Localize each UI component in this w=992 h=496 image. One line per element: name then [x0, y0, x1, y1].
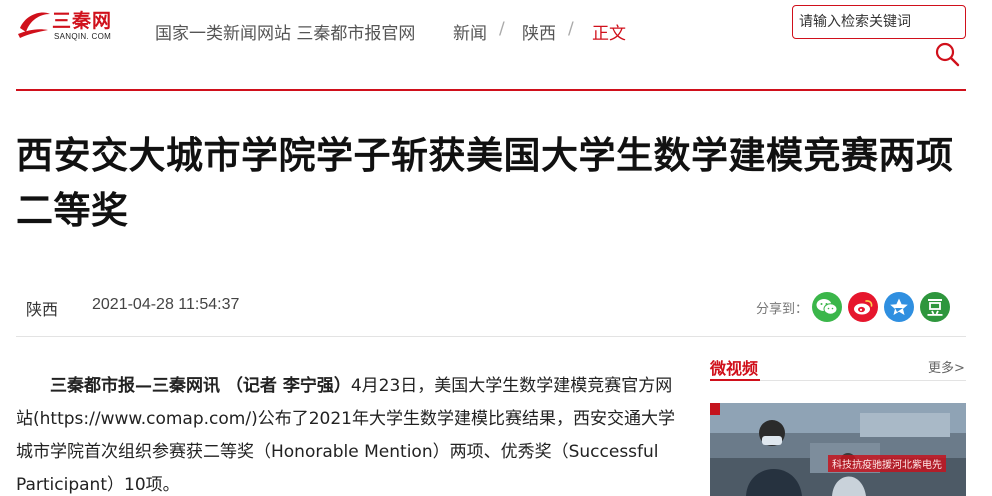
sidebar-section-title[interactable]: 微视频	[710, 355, 758, 379]
star-icon	[890, 298, 908, 315]
article-source: 陕西	[26, 300, 59, 319]
weibo-icon	[854, 300, 873, 315]
article-datetime: 2021-04-28 11:54:37	[92, 296, 240, 313]
share-wechat-button[interactable]	[812, 292, 842, 322]
breadcrumb-current: 正文	[592, 24, 626, 44]
search-icon[interactable]	[934, 41, 960, 67]
article-body: 三秦都市报—三秦网讯 （记者 李宁强）4月23日，美国大学生数学建模竞赛官方网站…	[16, 370, 676, 496]
wechat-icon	[816, 299, 838, 315]
video-thumbnail[interactable]: 科技抗疫驰援河北紫电先	[710, 403, 966, 496]
share-qzone-button[interactable]	[884, 292, 914, 322]
video-thumbnail-image	[710, 403, 966, 496]
search-box	[792, 5, 966, 39]
video-banner-text: 科技抗疫驰援河北紫电先	[828, 455, 946, 472]
share-weibo-button[interactable]	[848, 292, 878, 322]
site-header: 三秦网 SANQIN. COM 国家一类新闻网站 三秦都市报官网 新闻 / 陕西…	[0, 0, 992, 92]
logo-text-cn: 三秦网	[52, 10, 113, 32]
meta-divider	[16, 336, 966, 337]
douban-icon	[927, 299, 943, 316]
sidebar-divider-accent	[710, 379, 760, 381]
share-douban-button[interactable]	[920, 292, 950, 322]
logo-swoosh-icon	[18, 12, 50, 38]
share-label: 分享到：	[756, 302, 809, 317]
article-lead: 三秦都市报—三秦网讯 （记者 李宁强）	[50, 376, 351, 396]
header-divider	[16, 89, 966, 91]
sidebar-more-link[interactable]: 更多>	[928, 357, 965, 376]
logo-text-en: SANQIN. COM	[54, 32, 112, 41]
breadcrumb-separator: /	[499, 19, 505, 39]
breadcrumb-news[interactable]: 新闻	[453, 19, 487, 44]
site-description: 国家一类新闻网站 三秦都市报官网	[155, 24, 416, 44]
breadcrumb-shaanxi[interactable]: 陕西	[522, 19, 556, 44]
breadcrumb-separator: /	[568, 19, 574, 39]
site-logo[interactable]: 三秦网 SANQIN. COM	[16, 6, 116, 42]
search-input[interactable]	[793, 6, 965, 38]
article-title: 西安交大城市学院学子斩获美国大学生数学建模竞赛两项二等奖	[16, 134, 954, 232]
